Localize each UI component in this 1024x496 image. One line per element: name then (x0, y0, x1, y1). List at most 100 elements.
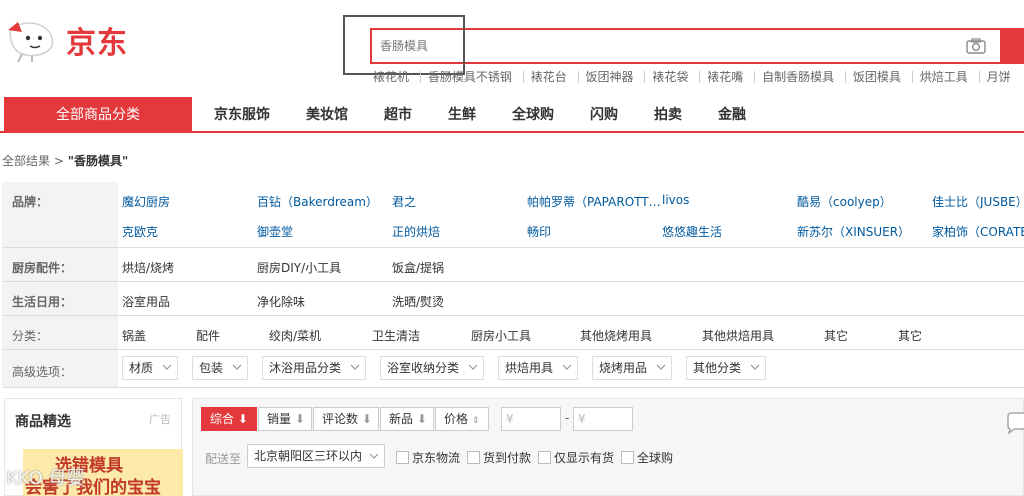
select-label: 包装 (199, 361, 224, 375)
brand-option[interactable]: 克欧克 (122, 223, 158, 240)
sort-label: 价格 (444, 412, 469, 426)
category-option[interactable]: 厨房小工具 (471, 327, 531, 344)
advanced-select[interactable]: 浴室收纳分类 (380, 356, 484, 380)
category-option[interactable]: 配件 (196, 327, 220, 344)
brand-option[interactable]: 新苏尔（XINSUER） (797, 223, 910, 240)
chevron-down-icon (562, 364, 572, 370)
kitchen-option[interactable]: 饭盒/提锅 (392, 259, 444, 276)
daily-filter-row: 生活日用： 浴室用品 净化除味 洗晒/熨烫 (2, 282, 1024, 316)
brand-option[interactable]: 酷易（coolyep） (797, 193, 892, 210)
search-input[interactable] (372, 30, 1000, 62)
chat-bubble-icon[interactable] (1006, 412, 1024, 434)
ship-location-select[interactable]: 北京朝阳区三环以内 (247, 444, 385, 468)
kitchen-option[interactable]: 烘焙/烧烤 (122, 259, 174, 276)
nav-item[interactable]: 京东服饰 (196, 97, 288, 133)
nav-item[interactable]: 拍卖 (636, 97, 700, 133)
advanced-select[interactable]: 沐浴用品分类 (262, 356, 366, 380)
category-option[interactable]: 绞肉/菜机 (269, 327, 321, 344)
checkbox-box[interactable] (621, 451, 634, 464)
category-option[interactable]: 其它 (898, 327, 922, 344)
hotword-link[interactable]: 烘焙工具 (911, 71, 975, 83)
select-label: 材质 (129, 361, 154, 375)
hotword-link[interactable]: 裱花台 (522, 71, 574, 83)
brand-option[interactable]: 君之 (392, 193, 416, 210)
brand-option[interactable]: 悠悠趣生活 (662, 223, 722, 240)
hot-search-words: 裱花机 香肠模具不锈钢 裱花台 饭团神器 裱花袋 裱花嘴 自制香肠模具 饭团模具… (373, 70, 1018, 84)
category-option[interactable]: 其他烘焙用具 (702, 327, 774, 344)
brand-option[interactable]: 御壶堂 (257, 223, 293, 240)
advanced-select[interactable]: 其他分类 (686, 356, 766, 380)
hotword-link[interactable]: 裱花袋 (644, 71, 695, 83)
advanced-select[interactable]: 烘焙用具 (498, 356, 578, 380)
filter-checkbox[interactable]: 货到付款 (467, 449, 531, 466)
all-categories-button[interactable]: 全部商品分类 (4, 97, 192, 133)
hotword-link[interactable]: 月饼 (978, 71, 1018, 83)
hotword-link[interactable]: 自制香肠模具 (754, 71, 841, 83)
chevron-down-icon (656, 364, 666, 370)
price-max-input[interactable]: ¥ (573, 407, 633, 431)
camera-icon[interactable] (966, 38, 986, 54)
breadcrumb-all[interactable]: 全部结果 (2, 154, 50, 168)
kitchen-option[interactable]: 厨房DIY/小工具 (257, 259, 341, 276)
daily-option[interactable]: 净化除味 (257, 293, 305, 310)
sort-label: 新品 (389, 412, 414, 426)
hotword-link[interactable]: 香肠模具不锈钢 (419, 71, 519, 83)
main-nav: 全部商品分类 京东服饰 美妆馆 超市 生鲜 全球购 闪购 拍卖 金融 (0, 97, 1024, 133)
advanced-select[interactable]: 材质 (122, 356, 178, 380)
category-option[interactable]: 其他烧烤用具 (580, 327, 652, 344)
kitchen-filter-row: 厨房配件： 烘焙/烧烤 厨房DIY/小工具 饭盒/提锅 (2, 248, 1024, 282)
hotword-link[interactable]: 裱花嘴 (699, 71, 750, 83)
nav-item[interactable]: 超市 (366, 97, 430, 133)
sort-reviews-button[interactable]: 评论数 ⬇ (313, 407, 379, 431)
category-option[interactable]: 卫生清洁 (372, 327, 420, 344)
jd-logo[interactable]: 京东 (4, 14, 144, 62)
watermark: KKO 母婴 (6, 468, 85, 489)
filter-checkbox[interactable]: 京东物流 (396, 449, 460, 466)
sort-sales-button[interactable]: 销量 ⬇ (258, 407, 312, 431)
checkbox-box[interactable] (467, 451, 480, 464)
sort-default-button[interactable]: 综合 ⬇ (201, 407, 257, 431)
nav-item[interactable]: 生鲜 (430, 97, 494, 133)
search-button[interactable] (1000, 28, 1024, 64)
brand-option[interactable]: livos (662, 193, 689, 207)
filter-checkbox[interactable]: 全球购 (621, 449, 673, 466)
daily-option[interactable]: 浴室用品 (122, 293, 170, 310)
daily-option[interactable]: 洗晒/熨烫 (392, 293, 444, 310)
category-filter-row: 分类： 锅盖 配件 绞肉/菜机 卫生清洁 厨房小工具 其他烧烤用具 其他烘焙用具… (2, 316, 1024, 350)
checkbox-box[interactable] (538, 451, 551, 464)
nav-item[interactable]: 金融 (700, 97, 764, 133)
advanced-select[interactable]: 烧烤用品 (592, 356, 672, 380)
breadcrumb-keyword: "香肠模具" (67, 154, 129, 168)
brand-option[interactable]: 畅印 (527, 223, 551, 240)
chevron-down-icon (468, 364, 478, 370)
arrow-down-icon: ⬇ (416, 412, 427, 426)
chevron-down-icon (369, 453, 379, 459)
logo-text: 京东 (66, 26, 128, 61)
brand-option[interactable]: 魔幻厨房 (122, 193, 170, 210)
brand-option[interactable]: 家柏饰（CORATE (932, 223, 1024, 240)
advanced-select[interactable]: 包装 (192, 356, 248, 380)
sort-price-button[interactable]: 价格 ⇕ (435, 407, 489, 431)
checkbox-box[interactable] (396, 451, 409, 464)
brand-filter-row: 品牌： 魔幻厨房 百钻（Bakerdream） 君之 帕帕罗蒂（PAPAROTT… (2, 182, 1024, 248)
brand-option[interactable]: 帕帕罗蒂（PAPAROTT… (527, 193, 661, 210)
category-option[interactable]: 其它 (824, 327, 848, 344)
category-option[interactable]: 锅盖 (122, 327, 146, 344)
brand-option[interactable]: 佳士比（JUSBE） (932, 193, 1024, 210)
sort-new-button[interactable]: 新品 ⬇ (380, 407, 434, 431)
ship-location-text: 北京朝阳区三环以内 (254, 449, 363, 463)
nav-item[interactable]: 全球购 (494, 97, 572, 133)
select-label: 其他分类 (693, 361, 742, 375)
hotword-link[interactable]: 裱花机 (373, 71, 416, 83)
price-min-input[interactable]: ¥ (501, 407, 561, 431)
nav-item[interactable]: 闪购 (572, 97, 636, 133)
brand-option[interactable]: 正的烘焙 (392, 223, 440, 240)
brand-option[interactable]: 百钻（Bakerdream） (257, 193, 378, 210)
hotword-link[interactable]: 饭团模具 (844, 71, 908, 83)
hotword-link[interactable]: 饭团神器 (577, 71, 641, 83)
nav-item[interactable]: 美妆馆 (288, 97, 366, 133)
filter-panel: 品牌： 魔幻厨房 百钻（Bakerdream） 君之 帕帕罗蒂（PAPAROTT… (2, 182, 1024, 388)
filter-checkbox[interactable]: 仅显示有货 (538, 449, 614, 466)
checkbox-label: 京东物流 (412, 451, 461, 465)
chevron-down-icon (750, 364, 760, 370)
